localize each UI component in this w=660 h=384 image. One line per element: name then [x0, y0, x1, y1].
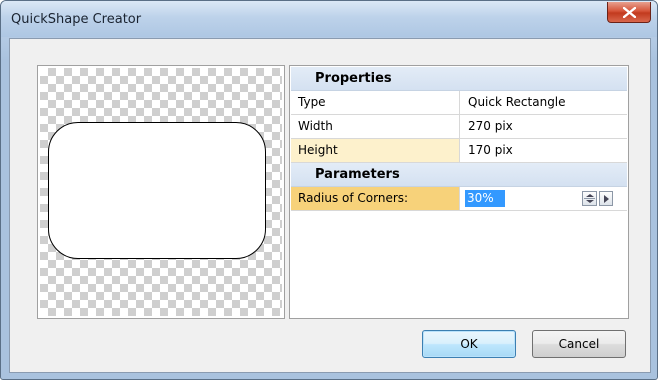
title-bar[interactable]: QuickShape Creator	[1, 1, 657, 37]
category-label: Parameters	[315, 167, 400, 182]
property-name: Height	[291, 139, 460, 162]
radius-spinner[interactable]	[582, 191, 597, 206]
category-properties[interactable]: Properties	[291, 67, 627, 91]
property-value: 270 pix	[468, 119, 513, 133]
spin-down-icon[interactable]	[586, 200, 594, 203]
property-name: Type	[291, 91, 460, 114]
category-parameters[interactable]: Parameters	[291, 163, 627, 187]
rounded-rectangle-preview	[48, 122, 266, 259]
radius-input[interactable]: 30%	[465, 190, 505, 207]
spin-up-icon[interactable]	[586, 194, 594, 197]
cancel-button[interactable]: Cancel	[532, 330, 626, 358]
category-label: Properties	[315, 71, 392, 86]
window-title: QuickShape Creator	[11, 12, 142, 27]
close-button[interactable]	[607, 2, 651, 23]
property-value: Quick Rectangle	[468, 95, 566, 109]
dialog-window: QuickShape Creator Properties Type Quick…	[0, 0, 658, 380]
close-icon	[623, 7, 636, 18]
property-row-radius[interactable]: Radius of Corners: 30%	[291, 187, 627, 211]
property-row-width[interactable]: Width 270 pix	[291, 115, 627, 139]
property-value: 170 pix	[468, 143, 513, 157]
shape-preview	[37, 65, 285, 319]
property-row-type[interactable]: Type Quick Rectangle	[291, 91, 627, 115]
radius-popup-button[interactable]	[599, 191, 613, 206]
play-arrow-icon	[604, 195, 609, 203]
ok-button[interactable]: OK	[422, 330, 516, 358]
dialog-client-area: Properties Type Quick Rectangle Width 27…	[9, 38, 651, 373]
property-grid: Properties Type Quick Rectangle Width 27…	[289, 65, 629, 319]
property-name: Radius of Corners:	[291, 187, 460, 210]
property-row-height[interactable]: Height 170 pix	[291, 139, 627, 163]
property-name: Width	[291, 115, 460, 138]
spinner-divider	[584, 198, 595, 199]
